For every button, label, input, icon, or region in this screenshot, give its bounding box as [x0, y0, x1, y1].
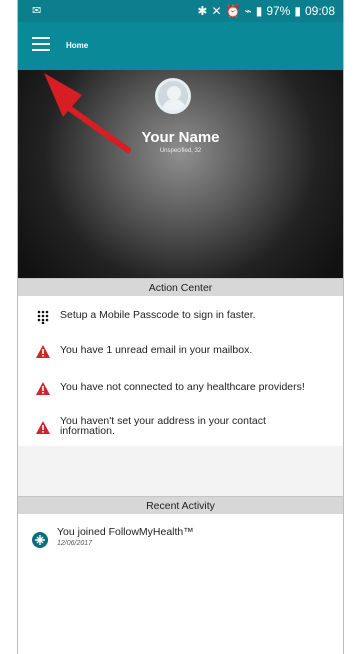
- action-item-label: You haven't set your address in your con…: [60, 415, 266, 437]
- recent-activity-date: 12/06/2017: [57, 540, 93, 547]
- followmyhealth-icon: [32, 532, 48, 548]
- recent-activity-header: Recent Activity: [18, 496, 343, 515]
- wifi-icon: ⌁: [244, 4, 252, 18]
- action-item-label: You have 1 unread email in your mailbox.: [60, 344, 253, 356]
- warning-icon: [32, 382, 54, 395]
- warning-icon: [32, 416, 54, 434]
- avatar-head: [167, 86, 181, 100]
- status-bar: ✉ ✱ ✕ ⏰ ⌁ ▮ 97% ▮ 09:08: [18, 0, 343, 22]
- profile-subtitle: Unspecified, 32: [159, 148, 202, 154]
- recent-activity-title: You joined FollowMyHealth™: [57, 526, 194, 538]
- action-item-label: You have not connected to any healthcare…: [60, 381, 305, 393]
- keypad-icon: [32, 310, 54, 324]
- action-center-header: Action Center: [18, 278, 343, 297]
- status-icons: ✱ ✕ ⏰ ⌁ ▮ 97% ▮ 09:08: [197, 4, 335, 18]
- profile-hero: Your Name Unspecified, 32: [18, 70, 343, 278]
- avatar-body: [162, 99, 186, 111]
- phone-screen: ✉ ✱ ✕ ⏰ ⌁ ▮ 97% ▮ 09:08 Home Your Name U…: [17, 0, 344, 654]
- screenshot-frame: ✉ ✱ ✕ ⏰ ⌁ ▮ 97% ▮ 09:08 Home Your Name U…: [0, 0, 364, 654]
- recent-activity-list: You joined FollowMyHealth™ 12/06/2017: [18, 514, 343, 654]
- bluetooth-icon: ✱: [197, 4, 208, 18]
- alarm-icon: ⏰: [225, 4, 241, 18]
- menu-icon[interactable]: [32, 37, 50, 52]
- action-item-passcode[interactable]: Setup a Mobile Passcode to sign in faste…: [18, 310, 343, 324]
- mute-icon: ✕: [211, 4, 222, 18]
- warning-icon: [32, 345, 54, 358]
- action-item-address[interactable]: You haven't set your address in your con…: [18, 416, 343, 436]
- clock: 09:08: [304, 4, 335, 18]
- avatar[interactable]: [155, 78, 191, 114]
- profile-name: Your Name: [141, 129, 220, 146]
- battery-percent: 97%: [266, 4, 291, 18]
- app-header: Home: [18, 22, 343, 70]
- page-title: Home: [66, 41, 89, 50]
- battery-icon: ▮: [294, 4, 301, 18]
- action-item-healthcare[interactable]: You have not connected to any healthcare…: [18, 382, 343, 395]
- action-item-unread-email[interactable]: You have 1 unread email in your mailbox.: [18, 345, 343, 358]
- signal-icon: ▮: [255, 4, 263, 18]
- action-item-label: Setup a Mobile Passcode to sign in faste…: [60, 309, 256, 321]
- recent-activity-item[interactable]: You joined FollowMyHealth™ 12/06/2017: [18, 520, 343, 554]
- notification-icon: ✉: [32, 5, 42, 17]
- action-center-list: Setup a Mobile Passcode to sign in faste…: [18, 296, 343, 446]
